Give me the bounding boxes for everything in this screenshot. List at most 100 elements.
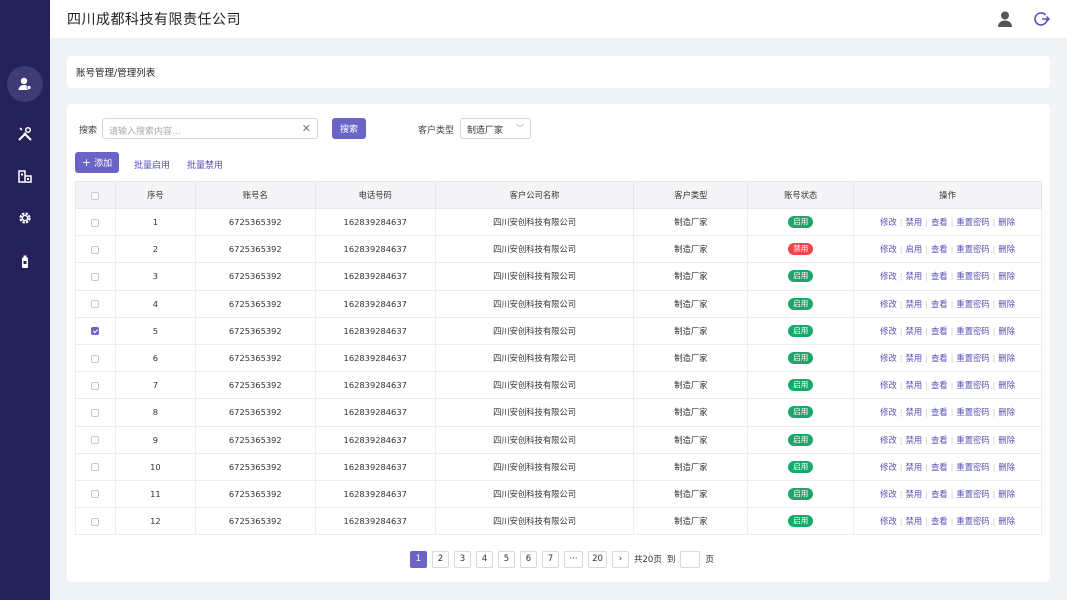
- view-link[interactable]: 查看: [931, 299, 948, 309]
- view-link[interactable]: 查看: [931, 326, 948, 336]
- edit-link[interactable]: 修改: [880, 244, 897, 254]
- delete-link[interactable]: 删除: [998, 299, 1015, 309]
- toggle-status-link[interactable]: 禁用: [906, 271, 923, 281]
- delete-link[interactable]: 删除: [998, 407, 1015, 417]
- edit-link[interactable]: 修改: [880, 516, 897, 526]
- row-checkbox[interactable]: [91, 272, 100, 281]
- row-checkbox[interactable]: [91, 300, 100, 309]
- page-last-button[interactable]: 20: [588, 550, 607, 568]
- page-button[interactable]: 5: [498, 550, 515, 568]
- user-avatar-icon[interactable]: [996, 10, 1014, 28]
- toggle-status-link[interactable]: 禁用: [906, 353, 923, 363]
- reset-password-link[interactable]: 重置密码: [956, 462, 989, 472]
- toggle-status-link[interactable]: 禁用: [906, 516, 923, 526]
- search-input[interactable]: [103, 122, 293, 142]
- delete-link[interactable]: 删除: [998, 244, 1015, 254]
- delete-link[interactable]: 删除: [998, 353, 1015, 363]
- toggle-status-link[interactable]: 禁用: [906, 489, 923, 499]
- toggle-status-link[interactable]: 禁用: [906, 407, 923, 417]
- edit-link[interactable]: 修改: [880, 407, 897, 417]
- edit-link[interactable]: 修改: [880, 326, 897, 336]
- delete-link[interactable]: 删除: [998, 271, 1015, 281]
- page-button[interactable]: 4: [476, 550, 493, 568]
- edit-link[interactable]: 修改: [880, 462, 897, 472]
- reset-password-link[interactable]: 重置密码: [956, 407, 989, 417]
- reset-password-link[interactable]: 重置密码: [956, 435, 989, 445]
- edit-link[interactable]: 修改: [880, 217, 897, 227]
- row-checkbox[interactable]: [91, 490, 100, 499]
- page-button[interactable]: 3: [454, 550, 471, 568]
- toggle-status-link[interactable]: 禁用: [906, 217, 923, 227]
- edit-link[interactable]: 修改: [880, 489, 897, 499]
- row-checkbox[interactable]: [91, 463, 100, 472]
- toggle-status-link[interactable]: 禁用: [906, 326, 923, 336]
- edit-link[interactable]: 修改: [880, 380, 897, 390]
- reset-password-link[interactable]: 重置密码: [956, 326, 989, 336]
- delete-link[interactable]: 删除: [998, 462, 1015, 472]
- delete-link[interactable]: 删除: [998, 435, 1015, 445]
- reset-password-link[interactable]: 重置密码: [956, 299, 989, 309]
- nav-settings-icon[interactable]: [7, 200, 43, 236]
- page-button[interactable]: 2: [432, 550, 449, 568]
- next-page-icon[interactable]: ›: [612, 550, 629, 568]
- row-checkbox[interactable]: [91, 245, 100, 254]
- view-link[interactable]: 查看: [931, 435, 948, 445]
- edit-link[interactable]: 修改: [880, 435, 897, 445]
- delete-link[interactable]: 删除: [998, 326, 1015, 336]
- search-button[interactable]: 搜索: [332, 118, 366, 139]
- clear-icon[interactable]: ✕: [302, 122, 311, 135]
- edit-link[interactable]: 修改: [880, 271, 897, 281]
- page-button[interactable]: 1: [410, 550, 427, 568]
- nav-tools-icon[interactable]: [7, 116, 43, 152]
- view-link[interactable]: 查看: [931, 217, 948, 227]
- toggle-status-link[interactable]: 禁用: [906, 380, 923, 390]
- view-link[interactable]: 查看: [931, 516, 948, 526]
- page-jump-input[interactable]: [680, 550, 701, 568]
- toggle-status-link[interactable]: 启用: [906, 244, 923, 254]
- toggle-status-link[interactable]: 禁用: [906, 299, 923, 309]
- row-checkbox[interactable]: [91, 218, 100, 227]
- reset-password-link[interactable]: 重置密码: [956, 489, 989, 499]
- row-checkbox[interactable]: [91, 354, 100, 363]
- edit-link[interactable]: 修改: [880, 299, 897, 309]
- delete-link[interactable]: 删除: [998, 380, 1015, 390]
- toggle-status-link[interactable]: 禁用: [906, 462, 923, 472]
- view-link[interactable]: 查看: [931, 353, 948, 363]
- reset-password-link[interactable]: 重置密码: [956, 244, 989, 254]
- nav-factory-icon[interactable]: [7, 158, 43, 194]
- select-all-checkbox[interactable]: [91, 191, 100, 200]
- logout-icon[interactable]: [1033, 10, 1051, 28]
- view-link[interactable]: 查看: [931, 489, 948, 499]
- page-button[interactable]: 6: [520, 550, 537, 568]
- view-link[interactable]: 查看: [931, 407, 948, 417]
- edit-link[interactable]: 修改: [880, 353, 897, 363]
- page-button[interactable]: 7: [542, 550, 559, 568]
- customer-type-select[interactable]: 制造厂家 ﹀: [460, 118, 531, 139]
- reset-password-link[interactable]: 重置密码: [956, 271, 989, 281]
- row-checkbox[interactable]: [91, 517, 100, 526]
- row-checkbox[interactable]: [91, 436, 100, 445]
- page-ellipsis[interactable]: ···: [564, 550, 583, 568]
- reset-password-link[interactable]: 重置密码: [956, 516, 989, 526]
- nav-device-icon[interactable]: [7, 244, 43, 280]
- view-link[interactable]: 查看: [931, 244, 948, 254]
- reset-password-link[interactable]: 重置密码: [956, 380, 989, 390]
- batch-enable-button[interactable]: 批量启用: [134, 158, 170, 171]
- batch-disable-button[interactable]: 批量禁用: [187, 158, 223, 171]
- add-button[interactable]: + 添加: [75, 152, 119, 173]
- delete-link[interactable]: 删除: [998, 217, 1015, 227]
- row-checkbox[interactable]: [91, 408, 100, 417]
- delete-link[interactable]: 删除: [998, 516, 1015, 526]
- cell-type: 制造厂家: [633, 480, 749, 509]
- row-checkbox[interactable]: [91, 327, 100, 336]
- toggle-status-link[interactable]: 禁用: [906, 435, 923, 445]
- nav-user-icon[interactable]: [7, 66, 43, 102]
- reset-password-link[interactable]: 重置密码: [956, 217, 989, 227]
- row-select-cell: [75, 453, 116, 481]
- delete-link[interactable]: 删除: [998, 489, 1015, 499]
- view-link[interactable]: 查看: [931, 380, 948, 390]
- reset-password-link[interactable]: 重置密码: [956, 353, 989, 363]
- row-checkbox[interactable]: [91, 381, 100, 390]
- view-link[interactable]: 查看: [931, 462, 948, 472]
- view-link[interactable]: 查看: [931, 271, 948, 281]
